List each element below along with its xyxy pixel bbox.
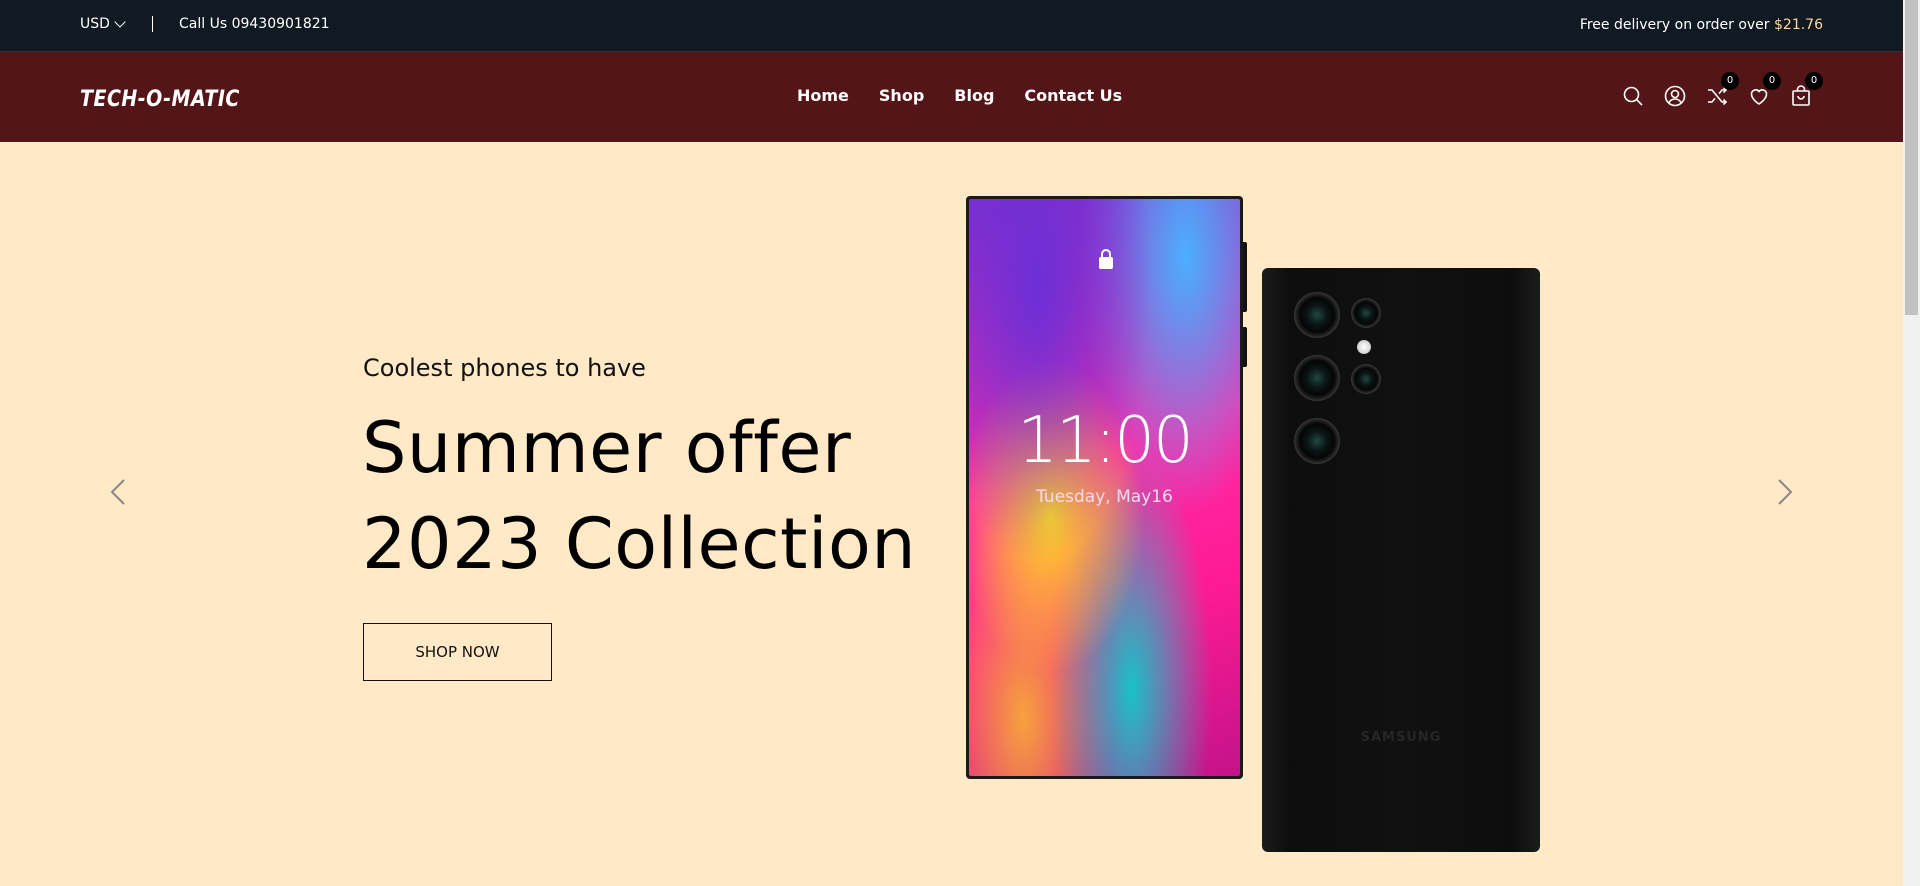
main-nav: Home Shop Blog Contact Us	[797, 86, 1122, 105]
hero-slider: Coolest phones to have Summer offer 2023…	[0, 142, 1903, 886]
scrollbar-thumb[interactable]	[1905, 0, 1918, 315]
bag-icon[interactable]: 0	[1789, 72, 1823, 108]
camera-sensor-icon	[1351, 298, 1381, 328]
hero-subtitle: Coolest phones to have	[363, 354, 646, 382]
flash-icon	[1357, 340, 1371, 354]
shuffle-icon[interactable]: 0	[1705, 72, 1739, 108]
heart-icon[interactable]: 0	[1747, 72, 1781, 108]
hero-title-line1: Summer offer	[362, 407, 852, 489]
phone-number: Call Us 09430901821	[179, 16, 330, 32]
promo-text: Free delivery on order over	[1579, 17, 1770, 33]
top-bar: USD Call Us 09430901821 Free delivery on…	[0, 0, 1903, 52]
camera-lens-icon	[1294, 292, 1340, 338]
phone-brand: SAMSUNG	[1360, 730, 1442, 745]
divider	[152, 16, 153, 32]
chevron-down-icon	[114, 15, 126, 28]
hero-title-line2: 2023 Collection	[362, 503, 917, 585]
camera-lens-icon	[1294, 355, 1340, 401]
phone-back-image: SAMSUNG	[1262, 268, 1540, 852]
user-icon[interactable]	[1663, 84, 1687, 108]
wishlist-count: 0	[1763, 72, 1781, 90]
promo-price: $21.76	[1774, 17, 1823, 33]
page-scrollbar[interactable]	[1903, 0, 1920, 886]
shop-now-button[interactable]: SHOP NOW	[363, 623, 552, 681]
nav-shop[interactable]: Shop	[879, 86, 924, 105]
nav-contact[interactable]: Contact Us	[1024, 86, 1122, 105]
camera-lens-icon	[1351, 364, 1381, 394]
main-header: TECH-O-MATIC Home Shop Blog Contact Us 0…	[0, 52, 1903, 142]
phone-date: Tuesday, May16	[1036, 487, 1173, 507]
lock-icon	[1099, 249, 1113, 269]
phone-front-image: 11:00 Tuesday, May16	[966, 196, 1243, 779]
next-slide-arrow-icon[interactable]	[1769, 477, 1799, 507]
hero-title: Summer offer 2023 Collection	[362, 400, 916, 592]
phone-clock: 11:00	[1017, 404, 1193, 478]
cart-count: 0	[1805, 72, 1823, 90]
camera-lens-icon	[1294, 418, 1340, 464]
currency-selector[interactable]: USD	[80, 15, 126, 32]
compare-count: 0	[1721, 72, 1739, 90]
search-icon[interactable]	[1621, 84, 1645, 108]
phone-side-button	[1243, 327, 1247, 367]
promo-message: Free delivery on order over $21.76	[1580, 17, 1823, 33]
nav-blog[interactable]: Blog	[954, 86, 994, 105]
prev-slide-arrow-icon[interactable]	[104, 477, 134, 507]
phone-screen: 11:00 Tuesday, May16	[969, 199, 1240, 776]
header-icons: 0 0 0	[1621, 72, 1823, 108]
site-logo[interactable]: TECH-O-MATIC	[80, 86, 240, 111]
currency-label: USD	[80, 16, 110, 32]
phone-side-button	[1243, 242, 1247, 312]
nav-home[interactable]: Home	[797, 86, 849, 105]
